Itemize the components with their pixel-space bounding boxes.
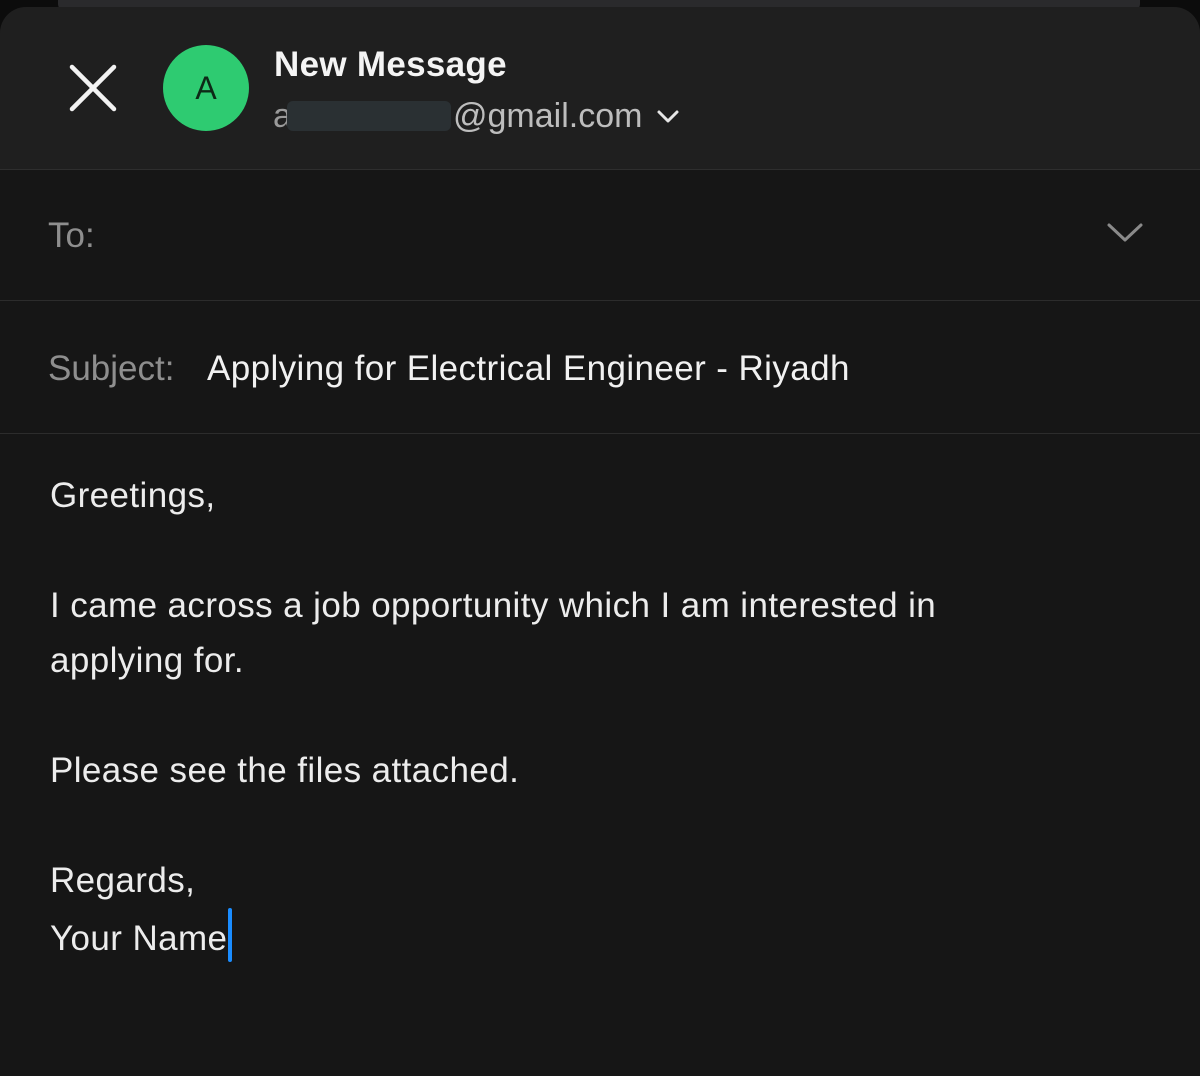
chevron-down-icon [1107, 223, 1143, 242]
to-label: To: [48, 216, 95, 255]
compose-header: A New Message a @gmail.com [0, 7, 1200, 170]
compose-screen: A New Message a @gmail.com To: Subject: … [0, 0, 1200, 1076]
from-address-prefix: a [273, 96, 287, 135]
body-signature: Your Name [50, 919, 228, 958]
from-account-selector[interactable]: a @gmail.com [273, 93, 680, 139]
close-icon [69, 64, 117, 112]
body-paragraph: I came across a job opportunity which I … [50, 586, 937, 680]
to-expand-button[interactable] [1106, 220, 1144, 244]
message-body[interactable]: Greetings, I came across a job opportuni… [0, 434, 1200, 966]
body-signature-line: Your Name [50, 908, 1050, 966]
body-closing: Regards, [50, 861, 196, 900]
avatar-letter: A [195, 69, 217, 106]
redacted-email [287, 101, 451, 131]
compose-sheet: A New Message a @gmail.com To: Subject: … [0, 7, 1200, 1076]
body-paragraph: Please see the files attached. [50, 751, 520, 790]
chevron-down-icon [657, 110, 679, 123]
subject-field-row[interactable]: Subject: Applying for Electrical Enginee… [0, 301, 1200, 434]
from-address-domain: @gmail.com [453, 96, 643, 135]
compose-title: New Message [274, 45, 507, 84]
to-field-row: To: [0, 170, 1200, 301]
body-greeting: Greetings, [50, 476, 216, 515]
subject-input[interactable]: Applying for Electrical Engineer - Riyad… [207, 349, 850, 389]
subject-label: Subject: [48, 349, 175, 388]
avatar[interactable]: A [163, 45, 249, 131]
close-button[interactable] [64, 59, 122, 117]
text-cursor [228, 908, 233, 962]
to-input[interactable] [110, 206, 1074, 264]
